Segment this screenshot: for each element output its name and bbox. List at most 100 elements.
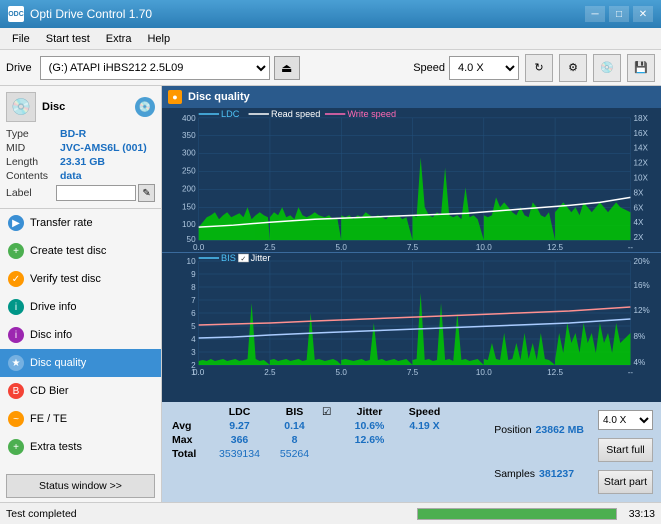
label-input[interactable] <box>56 185 136 201</box>
disc-mid-row: MID JVC-AMS6L (001) <box>6 142 155 154</box>
svg-text:9: 9 <box>191 270 196 279</box>
avg-label: Avg <box>172 420 212 432</box>
status-text: Test completed <box>6 508 409 520</box>
bottom-chart-svg: 10 9 8 7 6 5 4 3 2 1 20% 16% <box>162 253 661 383</box>
svg-text:100: 100 <box>182 220 196 229</box>
menu-extra[interactable]: Extra <box>98 31 140 47</box>
create-test-disc-icon: + <box>8 243 24 259</box>
svg-text:12.5: 12.5 <box>547 243 563 252</box>
sidebar-item-verify-test-disc[interactable]: ✓ Verify test disc <box>0 265 161 293</box>
svg-text:✓: ✓ <box>240 256 246 263</box>
svg-text:7: 7 <box>191 296 196 305</box>
maximize-button[interactable]: □ <box>609 6 629 22</box>
sidebar-item-fe-te[interactable]: ~ FE / TE <box>0 405 161 433</box>
disc-contents-row: Contents data <box>6 170 155 182</box>
window-controls: ─ □ ✕ <box>585 6 653 22</box>
ldc-header: LDC <box>212 406 267 418</box>
disc-type-row: Type BD-R <box>6 128 155 140</box>
max-jitter: 12.6% <box>342 434 397 446</box>
extra-tests-label: Extra tests <box>30 441 82 453</box>
start-full-button[interactable]: Start full <box>598 438 653 462</box>
top-chart: 400 350 300 250 200 150 100 50 18X 16X 1… <box>162 108 661 253</box>
svg-text:16%: 16% <box>634 281 650 290</box>
menu-start-test[interactable]: Start test <box>38 31 98 47</box>
svg-text:6: 6 <box>191 309 196 318</box>
svg-text:7.5: 7.5 <box>407 368 419 377</box>
chart-speed-select[interactable]: 4.0 X <box>598 410 653 430</box>
samples-value: 381237 <box>539 468 574 480</box>
jitter-header: Jitter <box>342 406 397 418</box>
disc-quality-label: Disc quality <box>30 357 86 369</box>
sidebar-item-cd-bier[interactable]: B CD Bier <box>0 377 161 405</box>
sidebar-item-extra-tests[interactable]: + Extra tests <box>0 433 161 461</box>
sidebar-item-transfer-rate[interactable]: ▶ Transfer rate <box>0 209 161 237</box>
type-value: BD-R <box>60 128 86 140</box>
max-label: Max <box>172 434 212 446</box>
drive-select[interactable]: (G:) ATAPI iHBS212 2.5L09 <box>40 56 270 80</box>
svg-text:20%: 20% <box>634 257 650 266</box>
verify-test-disc-label: Verify test disc <box>30 273 101 285</box>
drive-info-label: Drive info <box>30 301 76 313</box>
svg-text:4X: 4X <box>634 218 645 227</box>
chart-header: ● Disc quality <box>162 86 661 108</box>
stats-table: LDC BIS ☑ Jitter Speed Avg 9.27 0.14 10.… <box>164 406 486 498</box>
content-area: ● Disc quality <box>162 86 661 502</box>
menu-file[interactable]: File <box>4 31 38 47</box>
samples-row: Samples 381237 <box>494 468 584 480</box>
speed-label: Speed <box>413 62 445 74</box>
svg-text:BIS: BIS <box>221 253 236 263</box>
svg-text:12%: 12% <box>634 306 650 315</box>
max-bis: 8 <box>267 434 322 446</box>
sidebar-item-drive-info[interactable]: i Drive info <box>0 293 161 321</box>
eject-button[interactable]: ⏏ <box>274 56 300 80</box>
speed-header: Speed <box>397 406 452 418</box>
disc-section-label: Disc <box>42 101 65 113</box>
avg-jitter: 10.6% <box>342 420 397 432</box>
progress-bar <box>418 509 616 519</box>
disc-button[interactable]: 💿 <box>593 54 621 82</box>
svg-text:10: 10 <box>187 257 197 266</box>
svg-text:6X: 6X <box>634 203 645 212</box>
statusbar: Test completed 33:13 <box>0 502 661 524</box>
svg-text:4%: 4% <box>634 358 646 367</box>
speed-select[interactable]: 4.0 X <box>449 56 519 80</box>
minimize-button[interactable]: ─ <box>585 6 605 22</box>
nav-items: ▶ Transfer rate + Create test disc ✓ Ver… <box>0 209 161 470</box>
label-label: Label <box>6 187 56 199</box>
buttons-area: 4.0 X Start full Start part <box>592 406 659 498</box>
close-button[interactable]: ✕ <box>633 6 653 22</box>
total-ldc: 3539134 <box>212 448 267 460</box>
sidebar-item-create-test-disc[interactable]: + Create test disc <box>0 237 161 265</box>
svg-text:Read speed: Read speed <box>271 109 320 119</box>
refresh-button[interactable]: ↻ <box>525 54 553 82</box>
extra-tests-icon: + <box>8 439 24 455</box>
contents-value: data <box>60 170 82 182</box>
start-part-button[interactable]: Start part <box>598 470 653 494</box>
app-icon: ODC <box>8 6 24 22</box>
svg-text:4: 4 <box>191 335 196 344</box>
sidebar-item-disc-quality[interactable]: ★ Disc quality <box>0 349 161 377</box>
svg-text:12.5: 12.5 <box>547 368 563 377</box>
sidebar-item-disc-info[interactable]: i Disc info <box>0 321 161 349</box>
label-edit-button[interactable]: ✎ <box>138 184 155 202</box>
disc-thumbnail: 💿 <box>6 92 36 122</box>
svg-text:400: 400 <box>182 114 196 123</box>
svg-text:7.5: 7.5 <box>407 243 419 252</box>
svg-text:300: 300 <box>182 149 196 158</box>
progress-bar-container <box>417 508 617 520</box>
svg-text:14X: 14X <box>634 144 649 153</box>
save-button[interactable]: 💾 <box>627 54 655 82</box>
disc-info-icon: i <box>8 327 24 343</box>
menubar: File Start test Extra Help <box>0 28 661 50</box>
svg-text:10.0: 10.0 <box>476 243 492 252</box>
disc-info-panel: 💿 Disc 💿 Type BD-R MID JVC-AMS6L (001) L… <box>0 86 161 209</box>
stats-right: Position 23862 MB Samples 381237 <box>486 406 592 498</box>
menu-help[interactable]: Help <box>139 31 178 47</box>
settings-button[interactable]: ⚙ <box>559 54 587 82</box>
disc-header-text: Disc <box>42 101 65 113</box>
disc-icon-area: 💿 <box>135 97 155 117</box>
status-window-button[interactable]: Status window >> <box>6 474 155 498</box>
create-test-disc-label: Create test disc <box>30 245 106 257</box>
disc-quality-icon: ★ <box>8 355 24 371</box>
svg-text:8%: 8% <box>634 332 646 341</box>
